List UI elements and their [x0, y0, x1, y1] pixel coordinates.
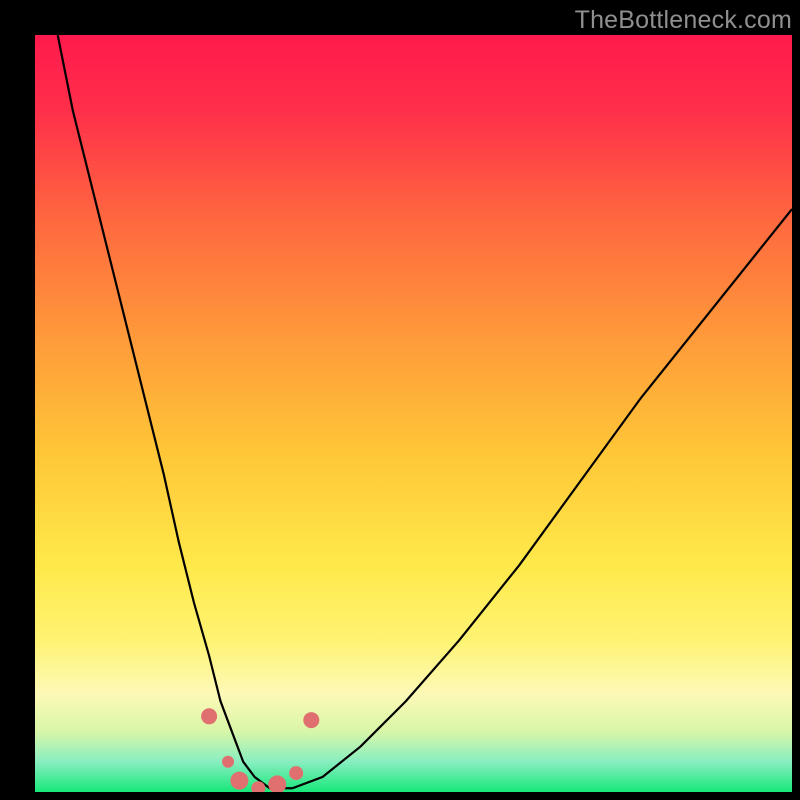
marker-dot — [303, 712, 319, 728]
marker-dot — [201, 708, 217, 724]
marker-dot — [230, 772, 248, 790]
marker-dot — [289, 766, 303, 780]
chart-container — [35, 35, 792, 792]
watermark-text: TheBottleneck.com — [575, 6, 792, 35]
bottleneck-chart — [35, 35, 792, 792]
marker-dot — [222, 756, 234, 768]
